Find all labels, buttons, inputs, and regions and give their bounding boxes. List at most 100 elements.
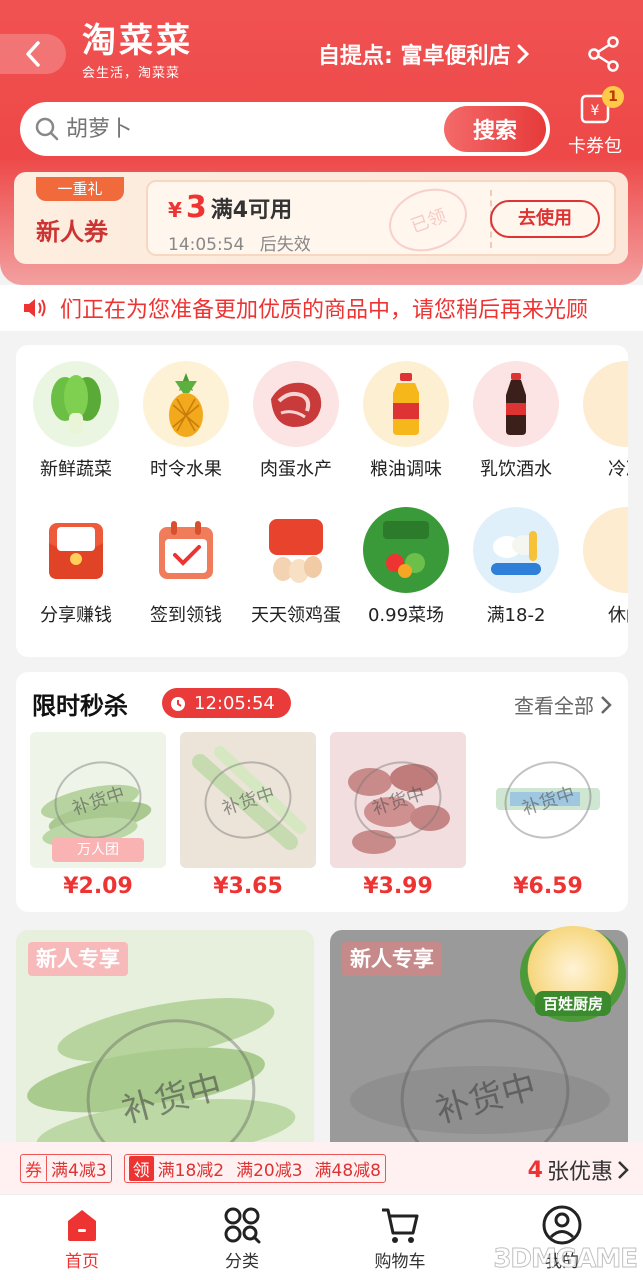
- category-label: 分享赚钱: [40, 605, 112, 626]
- notice-bar: 们正在为您准备更加优质的商品中，请您稍后再来光顾: [0, 285, 643, 331]
- alarm-clock-icon: [171, 697, 185, 711]
- coupon-text: 满4减3: [51, 1160, 107, 1181]
- category-label: 签到领钱: [150, 605, 222, 626]
- market-icon: [363, 507, 449, 593]
- tab-home[interactable]: 首页: [32, 1203, 132, 1272]
- flash-sale-timer: 12:05:54: [162, 688, 291, 718]
- back-arrow-icon: [26, 41, 40, 67]
- view-all-label: 查看全部: [514, 694, 594, 718]
- user-icon: [542, 1205, 582, 1245]
- product-image: 补货中: [330, 732, 466, 868]
- claim-offer: 满48减8: [314, 1160, 381, 1181]
- site-watermark: 3DMGAME: [493, 1244, 639, 1275]
- coupon-tag: 券 满4减3: [20, 1153, 112, 1183]
- baixing-kitchen-badge[interactable]: 百姓厨房: [520, 926, 626, 1022]
- chevron-right-icon: [618, 1161, 629, 1179]
- claimed-stamp: 已领: [380, 178, 476, 262]
- product-price: ¥2.09: [63, 874, 133, 899]
- newcomer-title: 新人券: [36, 218, 108, 246]
- tab-label: 分类: [225, 1252, 259, 1272]
- category-label: 冷冻: [608, 459, 628, 480]
- countdown-time: 14:05:54: [168, 235, 245, 255]
- category-label: 休闲: [608, 605, 628, 626]
- claim-tag: 领 满18减2 满20减3 满48减8: [123, 1153, 386, 1183]
- category-label: 乳饮酒水: [480, 459, 552, 480]
- frozen-icon: [583, 361, 628, 447]
- meat-icon: [253, 361, 339, 447]
- tab-label: 首页: [65, 1252, 99, 1272]
- coupon-count-suffix: 张优惠: [546, 1160, 613, 1185]
- search-bar[interactable]: 搜索: [20, 102, 550, 156]
- newcomer-coupon-banner: 一重礼 新人券 ¥ 3 满4可用 14:05:54 后失效 已领 去使用: [14, 172, 628, 264]
- search-input[interactable]: [66, 116, 426, 142]
- calendar-check-icon: [143, 507, 229, 593]
- coupon-key: 券: [25, 1155, 47, 1181]
- pickup-point-label: 自提点: 富卓便利店: [318, 44, 511, 69]
- newcomer-coupon-card[interactable]: ¥ 3 满4可用 14:05:54 后失效 已领 去使用: [146, 178, 616, 262]
- search-button[interactable]: 搜索: [444, 106, 546, 152]
- category-grain-oil[interactable]: 粮油调味: [356, 361, 456, 481]
- vegetable-icon: [33, 361, 119, 447]
- coupon-count[interactable]: 4 张优惠: [528, 1154, 629, 1186]
- coupon-pack-label: 卡券包: [568, 136, 622, 157]
- product-image: 补货中: [480, 732, 616, 868]
- pickup-point-selector[interactable]: 自提点: 富卓便利店: [318, 38, 530, 70]
- logo: 淘菜菜 会生活，淘菜菜: [82, 22, 193, 81]
- newcomer-tag: 一重礼: [36, 177, 124, 201]
- category-vegetables[interactable]: 新鲜蔬菜: [26, 361, 126, 481]
- category-label: 粮油调味: [370, 459, 442, 480]
- category-meat[interactable]: 肉蛋水产: [246, 361, 346, 481]
- category-share-earn[interactable]: 分享赚钱: [26, 507, 126, 627]
- category-discount[interactable]: 满18-2: [466, 507, 566, 627]
- category-icon: [224, 1207, 261, 1244]
- claim-offer: 满18减2: [157, 1160, 225, 1181]
- share-icon[interactable]: [587, 36, 621, 76]
- flash-product[interactable]: 补货中 ¥6.59: [480, 732, 616, 899]
- category-checkin[interactable]: 签到领钱: [136, 507, 236, 627]
- flash-product[interactable]: 补货中 ¥3.99: [330, 732, 466, 899]
- header: 淘菜菜 会生活，淘菜菜 自提点: 富卓便利店 搜索 ¥ 1 卡券包 一重礼 新人…: [0, 0, 643, 285]
- category-label: 天天领鸡蛋: [251, 605, 341, 626]
- flash-sale-title: 限时秒杀: [32, 692, 128, 720]
- feed-product-card[interactable]: 新人专享 补货中: [16, 930, 314, 1160]
- category-snacks[interactable]: 休闲: [576, 507, 628, 627]
- category-fruits[interactable]: 时令水果: [136, 361, 236, 481]
- pineapple-icon: [143, 361, 229, 447]
- category-grid: 新鲜蔬菜 时令水果 肉蛋水产 粮油调味 乳饮酒水 冷冻 分享赚钱: [16, 345, 628, 657]
- free-egg-icon: [253, 507, 339, 593]
- home-icon: [68, 1210, 96, 1241]
- chevron-right-icon: [601, 695, 612, 714]
- cart-icon: [382, 1208, 419, 1243]
- coupon-count-badge: 1: [602, 86, 624, 108]
- newcomer-exclusive-tag: 新人专享: [28, 942, 128, 976]
- search-icon: [35, 117, 59, 141]
- category-label: 新鲜蔬菜: [40, 459, 112, 480]
- snack-icon: [583, 507, 628, 593]
- flash-sale-countdown: 12:05:54: [194, 692, 275, 714]
- product-price: ¥6.59: [513, 874, 583, 899]
- flash-product[interactable]: 补货中 万人团 ¥2.09: [30, 732, 166, 899]
- notice-text: 们正在为您准备更加优质的商品中，请您稍后再来光顾: [60, 298, 589, 323]
- logo-title: 淘菜菜: [82, 21, 193, 61]
- coupon-value: 3: [185, 190, 207, 225]
- svg-text:¥: ¥: [591, 103, 600, 119]
- coupon-amount: ¥ 3 满4可用: [168, 190, 292, 225]
- coupon-condition: 满4可用: [210, 198, 293, 223]
- coupon-expiry: 14:05:54 后失效: [168, 230, 311, 255]
- flash-product[interactable]: 补货中 ¥3.65: [180, 732, 316, 899]
- category-frozen[interactable]: 冷冻: [576, 361, 628, 481]
- category-099-market[interactable]: 0.99菜场: [356, 507, 456, 627]
- tab-cart[interactable]: 购物车: [350, 1203, 450, 1272]
- promo-bar[interactable]: 券 满4减3 领 满18减2 满20减3 满48减8 4 张优惠: [0, 1142, 643, 1194]
- view-all-link[interactable]: 查看全部: [514, 690, 612, 719]
- category-drinks[interactable]: 乳饮酒水: [466, 361, 566, 481]
- tab-label: 购物车: [374, 1252, 426, 1272]
- use-coupon-button[interactable]: 去使用: [490, 200, 600, 238]
- group-buy-tag: 万人团: [52, 838, 144, 862]
- redpacket-icon: [33, 507, 119, 593]
- coupon-pack-button[interactable]: ¥ 1 卡券包: [560, 86, 630, 158]
- category-label: 时令水果: [150, 459, 222, 480]
- tab-category[interactable]: 分类: [192, 1203, 292, 1272]
- category-free-eggs[interactable]: 天天领鸡蛋: [246, 507, 346, 627]
- back-button[interactable]: [0, 34, 66, 74]
